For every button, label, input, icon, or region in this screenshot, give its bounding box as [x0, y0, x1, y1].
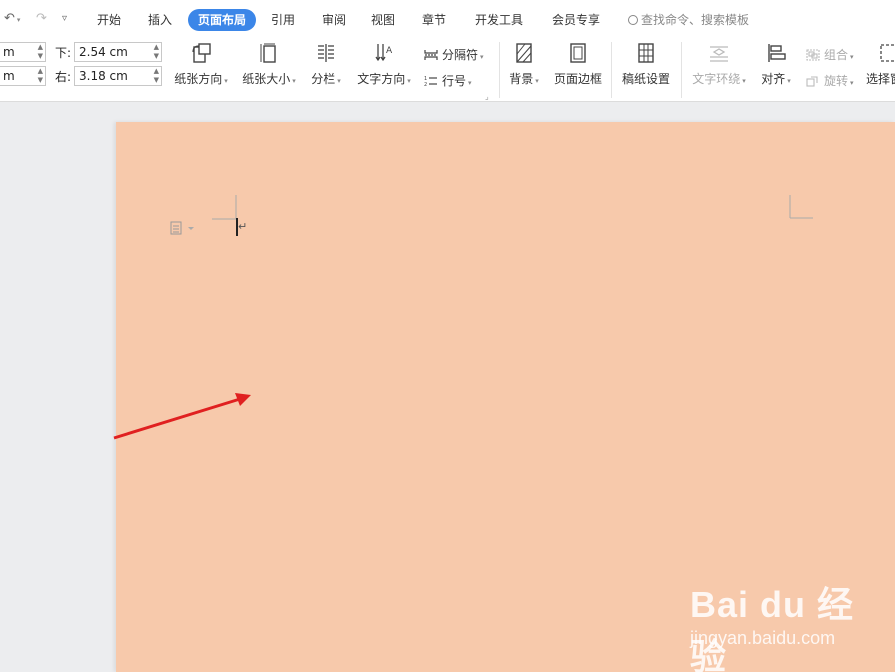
- watermark-brand: Bai du 经验: [690, 584, 855, 672]
- annotation-arrow: [113, 393, 251, 440]
- watermark-url: jingyan.baidu.com: [690, 628, 836, 648]
- watermark: Bai du 经验 jingyan.baidu.com: [690, 576, 890, 672]
